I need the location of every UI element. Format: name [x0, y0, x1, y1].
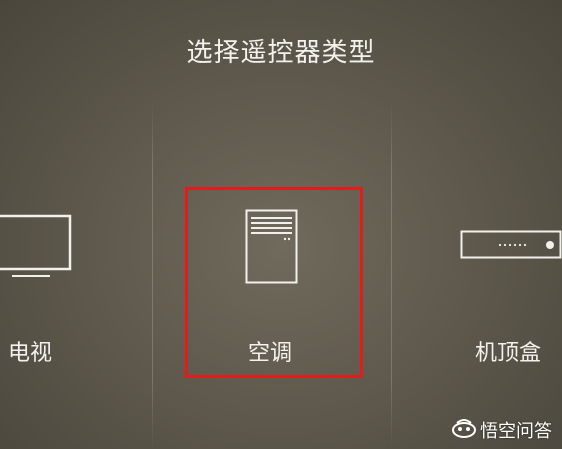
air-conditioner-icon [245, 209, 299, 289]
device-label-tv: 电视 [8, 341, 53, 366]
device-option-tv[interactable]: 电视 [0, 200, 90, 380]
watermark: 悟空问答 [451, 417, 552, 443]
watermark-text: 悟空问答 [480, 421, 552, 442]
tv-icon [0, 214, 74, 284]
wukong-logo-icon [451, 418, 477, 443]
device-option-air-conditioner[interactable]: 空调 [185, 187, 363, 378]
column-divider-right [391, 100, 392, 449]
device-label-air-conditioner: 空调 [248, 341, 293, 366]
set-top-box-icon [460, 230, 562, 264]
column-divider-left [152, 100, 153, 449]
device-option-set-top-box[interactable]: 机顶盒 [460, 200, 562, 380]
device-label-set-top-box: 机顶盒 [475, 341, 542, 366]
page-title: 选择遥控器类型 [186, 38, 376, 68]
